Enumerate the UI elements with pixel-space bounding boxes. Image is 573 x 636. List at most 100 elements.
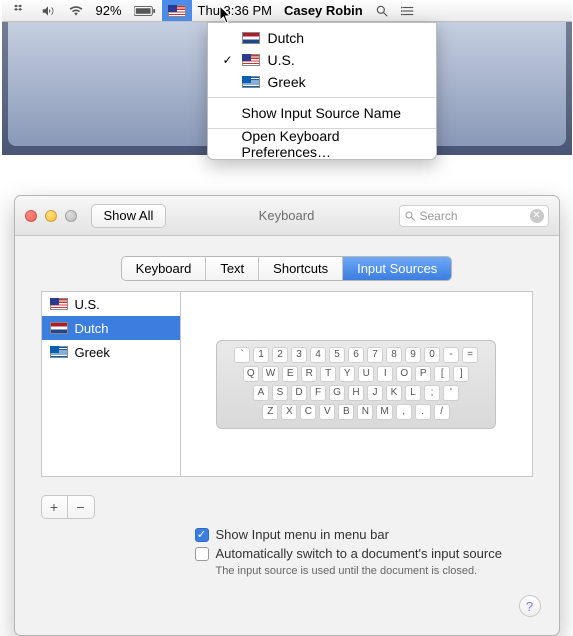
key: = [462,347,478,363]
checkbox-auto-switch[interactable] [195,547,209,561]
cursor-icon [220,6,234,24]
key: E [282,366,298,382]
key: Y [339,366,355,382]
notification-center-icon[interactable] [395,0,421,21]
list-label: U.S. [75,297,100,312]
key: 8 [386,347,402,363]
key: 0 [424,347,440,363]
tab-shortcuts[interactable]: Shortcuts [259,257,343,280]
input-source-item-greek[interactable]: Greek [208,71,436,93]
search-input[interactable]: Search ✕ [399,205,549,227]
dd-label: U.S. [268,52,295,68]
key: A [253,385,269,401]
battery-icon[interactable] [128,0,162,21]
menubar: 92% Thu 3:36 PM Casey Robin [2,0,572,22]
key: Q [243,366,259,382]
clock[interactable]: Thu 3:36 PM [192,0,278,21]
key: M [376,404,392,420]
key: 2 [272,347,288,363]
key: Z [262,404,278,420]
search-placeholder: Search [420,209,458,223]
prefs-tabs: Keyboard Text Shortcuts Input Sources [121,256,453,281]
battery-percent: 92% [90,0,128,21]
keyboard-prefs-window: Show All Keyboard Search ✕ Keyboard Text… [14,195,560,636]
key: D [291,385,307,401]
list-label: Greek [75,345,110,360]
key: ] [453,366,469,382]
key: C [300,404,316,420]
key: B [338,404,354,420]
key: ' [443,385,459,401]
gr-flag-icon [50,346,68,358]
key: ` [234,347,250,363]
list-item-greek[interactable]: Greek [42,340,180,364]
key: X [281,404,297,420]
dd-label: Open Keyboard Preferences… [242,128,418,160]
input-source-menu-icon[interactable] [162,0,192,21]
titlebar: Show All Keyboard Search ✕ [15,196,559,236]
key: 1 [253,347,269,363]
spotlight-icon[interactable] [369,0,395,21]
key: 6 [348,347,364,363]
key: 5 [329,347,345,363]
nl-flag-icon [50,322,68,334]
key: 3 [291,347,307,363]
key: S [272,385,288,401]
key: 9 [405,347,421,363]
gr-flag-icon [242,76,260,88]
input-source-item-dutch[interactable]: Dutch [208,27,436,49]
wifi-icon[interactable] [62,0,90,21]
key: F [310,385,326,401]
clear-search-icon[interactable]: ✕ [530,209,544,223]
open-keyboard-preferences[interactable]: Open Keyboard Preferences… [208,133,436,155]
tab-text[interactable]: Text [206,257,259,280]
show-all-button[interactable]: Show All [91,204,167,228]
key: W [262,366,279,382]
check-mark: ✓ [222,53,234,67]
key: 7 [367,347,383,363]
keyboard-preview: `1234567890-=QWERTYUIOP[]ASDFGHJKL;'ZXCV… [181,291,533,477]
us-flag-icon [50,298,68,310]
key: T [320,366,336,382]
nl-flag-icon [242,32,260,44]
zoom-button[interactable] [65,210,77,222]
key: / [434,404,450,420]
remove-source-button[interactable]: − [68,496,94,518]
dropbox-icon[interactable] [8,0,34,21]
checkbox-show-input-menu[interactable]: ✓ [195,528,209,542]
list-item-us[interactable]: U.S. [42,292,180,316]
close-button[interactable] [25,210,37,222]
key: P [415,366,431,382]
list-label: Dutch [75,321,109,336]
key: . [415,404,431,420]
checkbox-label: Automatically switch to a document's inp… [216,546,502,561]
dd-label: Greek [268,74,306,90]
key: G [329,385,345,401]
checkbox-label: Show Input menu in menu bar [216,527,389,542]
volume-icon[interactable] [34,0,62,21]
search-icon [404,210,416,222]
help-button[interactable]: ? [519,595,541,617]
key: L [405,385,421,401]
key: O [396,366,412,382]
key: H [348,385,364,401]
menu-separator [208,97,436,98]
minimize-button[interactable] [45,210,57,222]
us-flag-icon [168,5,186,17]
input-source-list[interactable]: U.S. Dutch Greek [41,291,181,477]
key: I [377,366,393,382]
show-input-source-name[interactable]: Show Input Source Name [208,102,436,124]
key: K [386,385,402,401]
add-source-button[interactable]: + [42,496,68,518]
key: R [301,366,317,382]
user-menu[interactable]: Casey Robin [278,0,369,21]
input-source-item-us[interactable]: ✓ U.S. [208,49,436,71]
key: ; [424,385,440,401]
input-source-dropdown: Dutch ✓ U.S. Greek Show Input Source Nam… [207,22,437,160]
list-item-dutch[interactable]: Dutch [42,316,180,340]
tab-input-sources[interactable]: Input Sources [343,257,451,280]
key: N [357,404,373,420]
us-flag-icon [242,54,260,66]
tab-keyboard[interactable]: Keyboard [122,257,207,280]
key: U [358,366,374,382]
